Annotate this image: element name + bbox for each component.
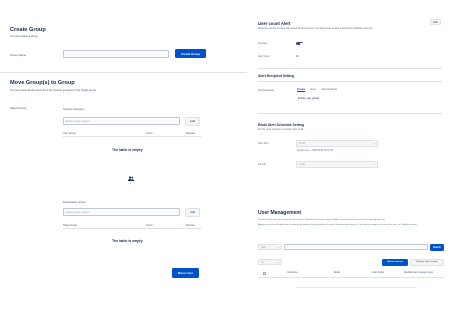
source-group-input[interactable]: Enter group names: [63, 117, 180, 125]
user-management-desc-1: Check the total users per license by Use…: [258, 218, 386, 221]
arrow-down-icon: ↓: [129, 179, 132, 185]
chevron-down-icon: ▾: [373, 164, 375, 166]
source-table-empty: The table is empty: [112, 148, 143, 152]
create-group-button[interactable]: Create Group: [175, 49, 206, 58]
group-name-input[interactable]: [63, 49, 169, 58]
user-search-button[interactable]: Search: [430, 244, 444, 251]
chevron-down-icon: ▾: [277, 246, 279, 249]
destination-table-empty: The table is empty: [112, 239, 143, 243]
user-table-row-line: [296, 287, 416, 288]
alert-recipient-title: Alert Recipient Setting: [258, 74, 295, 78]
recipient-tab-external-email[interactable]: External Email: [322, 89, 337, 91]
start-time-select[interactable]: 07:00 ▾: [296, 140, 378, 147]
alert-recipient-underline: [258, 81, 442, 82]
interval-value: 1 Day: [299, 163, 306, 166]
select-all-checkbox[interactable]: [263, 271, 266, 275]
recipient-tab-groups[interactable]: Groups: [297, 89, 306, 92]
user-filter-value: User: [261, 245, 267, 249]
use-alert-toggle[interactable]: [296, 42, 303, 46]
user-management-title: User Management: [258, 210, 302, 216]
destination-col-remove: Remove: [186, 223, 195, 227]
user-count-alert-description: When the number of users will exceed the…: [258, 27, 373, 30]
user-filter-select[interactable]: User ▾: [258, 244, 282, 250]
destination-col-count: Count: [146, 223, 153, 227]
move-user-button[interactable]: Move User: [172, 268, 199, 278]
destination-group-label: Destination Group: [63, 199, 86, 204]
destination-add-button[interactable]: Add: [185, 208, 200, 217]
user-table-header-line: [258, 276, 444, 277]
chevron-down-icon: ▾: [373, 143, 375, 145]
destination-group-placeholder: Enter group names: [66, 210, 90, 214]
user-count-alert-title: User count Alert: [258, 21, 291, 26]
source-group-label: Source Group(s): [63, 106, 84, 111]
interval-label: Interval: [258, 163, 266, 166]
email-schedule-description: Set the cycle and time to send an alert …: [258, 128, 304, 131]
move-group-title: Move Group(s) to Group: [10, 80, 75, 86]
alert-divider: [258, 68, 442, 69]
email-schedule-title: Email Alert Schedule Setting: [258, 123, 305, 127]
remove-from-license-button[interactable]: Remove from License: [410, 259, 444, 266]
destination-table-header-line: [63, 227, 201, 228]
user-col-email: Email: [334, 271, 340, 274]
page-size-select[interactable]: 10 ▾: [258, 259, 282, 265]
alert-count-label: Alert Count: [258, 55, 270, 58]
group-name-label: Group Name: [10, 52, 27, 57]
start-time-value: 07:00: [299, 142, 305, 145]
edit-alert-button[interactable]: Edit: [430, 19, 441, 25]
user-col-flexible-license-group: Flexible User License Group: [404, 271, 433, 274]
source-add-button[interactable]: Add: [185, 117, 200, 126]
source-table-header-line: [63, 136, 201, 137]
user-search-input[interactable]: [284, 244, 428, 250]
create-group-description: You can create a group.: [10, 35, 39, 38]
page-size-value: 10: [261, 260, 264, 264]
start-time-label: Start Time: [258, 142, 269, 145]
destination-col-target-group: Target Group: [63, 223, 77, 227]
user-management-desc-2: Adding users to the Flexible User Licens…: [258, 223, 418, 226]
alert-count-value: 10: [296, 55, 299, 58]
create-group-title: Create Group: [10, 27, 46, 33]
recipient-divider: [258, 113, 442, 114]
source-col-user-group: User Group: [63, 132, 76, 135]
chevron-down-icon: ▾: [277, 261, 279, 264]
system-time-text: System time : 2025-03-06 15:07:05: [297, 149, 333, 152]
user-col-username: Username: [287, 271, 298, 274]
use-alert-label: Use Alert: [258, 42, 268, 45]
move-group-description: You can move all the users from the Sour…: [10, 89, 97, 92]
recipient-tab-users[interactable]: Users: [310, 89, 316, 91]
section-divider: [0, 72, 247, 73]
select-group-label: Select Group: [10, 105, 27, 110]
interval-select[interactable]: 1 Day ▾: [296, 161, 378, 168]
add-to-license-button[interactable]: Add to License: [382, 259, 408, 266]
alert-recipients-label: Alert Recipients: [258, 89, 275, 92]
user-col-user-group: User Group: [372, 271, 384, 274]
source-group-placeholder: Enter group names: [66, 119, 90, 123]
destination-group-input[interactable]: Enter group names: [63, 208, 180, 216]
source-col-count: Count: [146, 132, 153, 135]
recipient-group-value: flexible_user_group2: [298, 97, 320, 100]
source-col-remove: Remove: [186, 132, 195, 135]
